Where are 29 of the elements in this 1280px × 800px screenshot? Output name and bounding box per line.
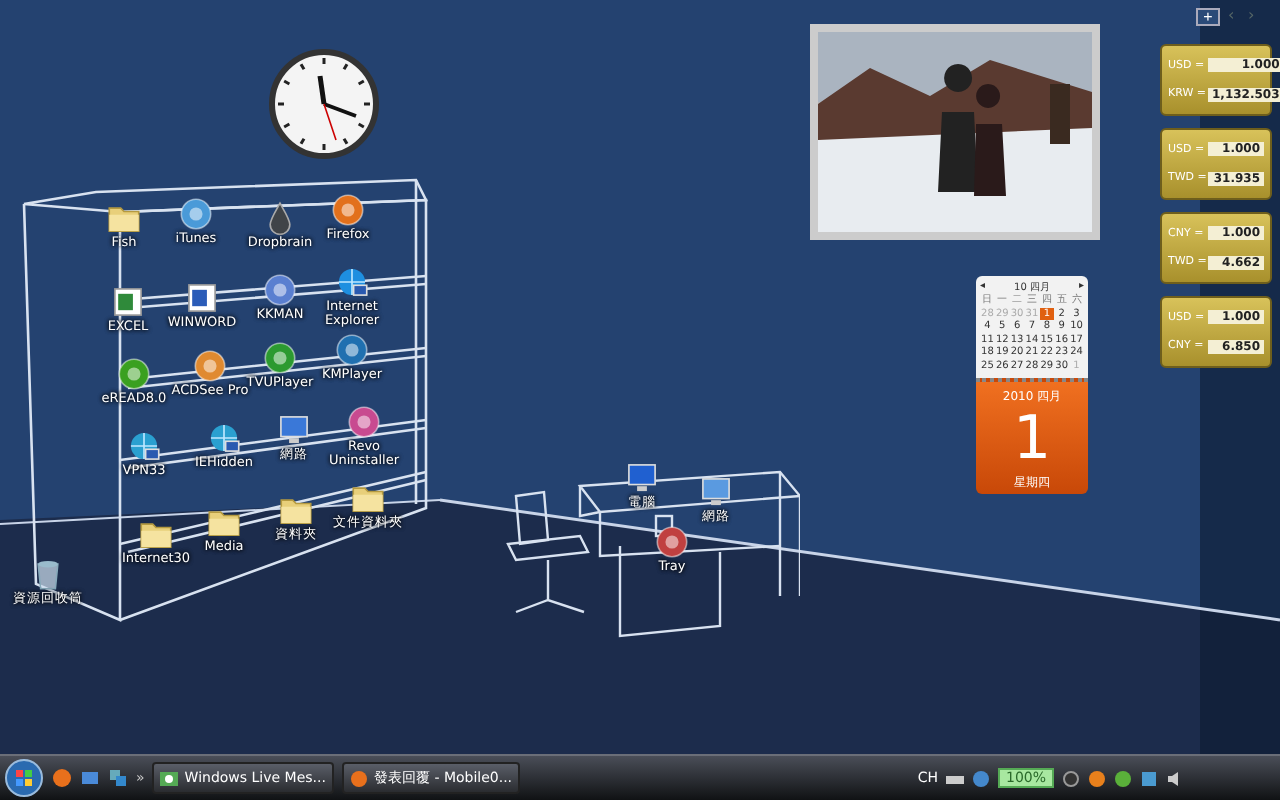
start-button[interactable] [4, 758, 44, 798]
app-icon[interactable] [346, 404, 382, 440]
globe-icon[interactable] [206, 420, 242, 456]
app-icon[interactable] [654, 524, 690, 560]
gear-icon[interactable] [1062, 769, 1080, 787]
computer-icon[interactable] [698, 474, 734, 510]
computer-icon[interactable] [276, 412, 312, 448]
app-icon[interactable] [192, 348, 228, 384]
globe-icon[interactable] [334, 264, 370, 300]
app-icon[interactable] [262, 340, 298, 376]
globe-icon[interactable] [126, 428, 162, 464]
app-icon[interactable] [116, 356, 152, 392]
app-icon[interactable] [330, 192, 366, 228]
app-icon[interactable] [178, 196, 214, 232]
browser-icon [349, 769, 368, 787]
speaker-icon[interactable] [1166, 769, 1184, 787]
app-icon[interactable] [262, 272, 298, 308]
desktop-icon[interactable] [80, 768, 100, 788]
network-icon[interactable] [971, 769, 990, 787]
app-icon[interactable] [334, 332, 370, 368]
computer-icon[interactable] [624, 460, 660, 496]
document-icon[interactable] [184, 280, 220, 316]
messenger-icon [160, 769, 179, 787]
analog-clock-drawing [268, 48, 380, 160]
document-icon[interactable] [110, 284, 146, 320]
day-number: 1 [1012, 406, 1052, 474]
window-switch-icon[interactable] [108, 768, 128, 788]
add-gadget-button[interactable]: + [1196, 8, 1220, 26]
browser-icon[interactable] [52, 768, 72, 788]
